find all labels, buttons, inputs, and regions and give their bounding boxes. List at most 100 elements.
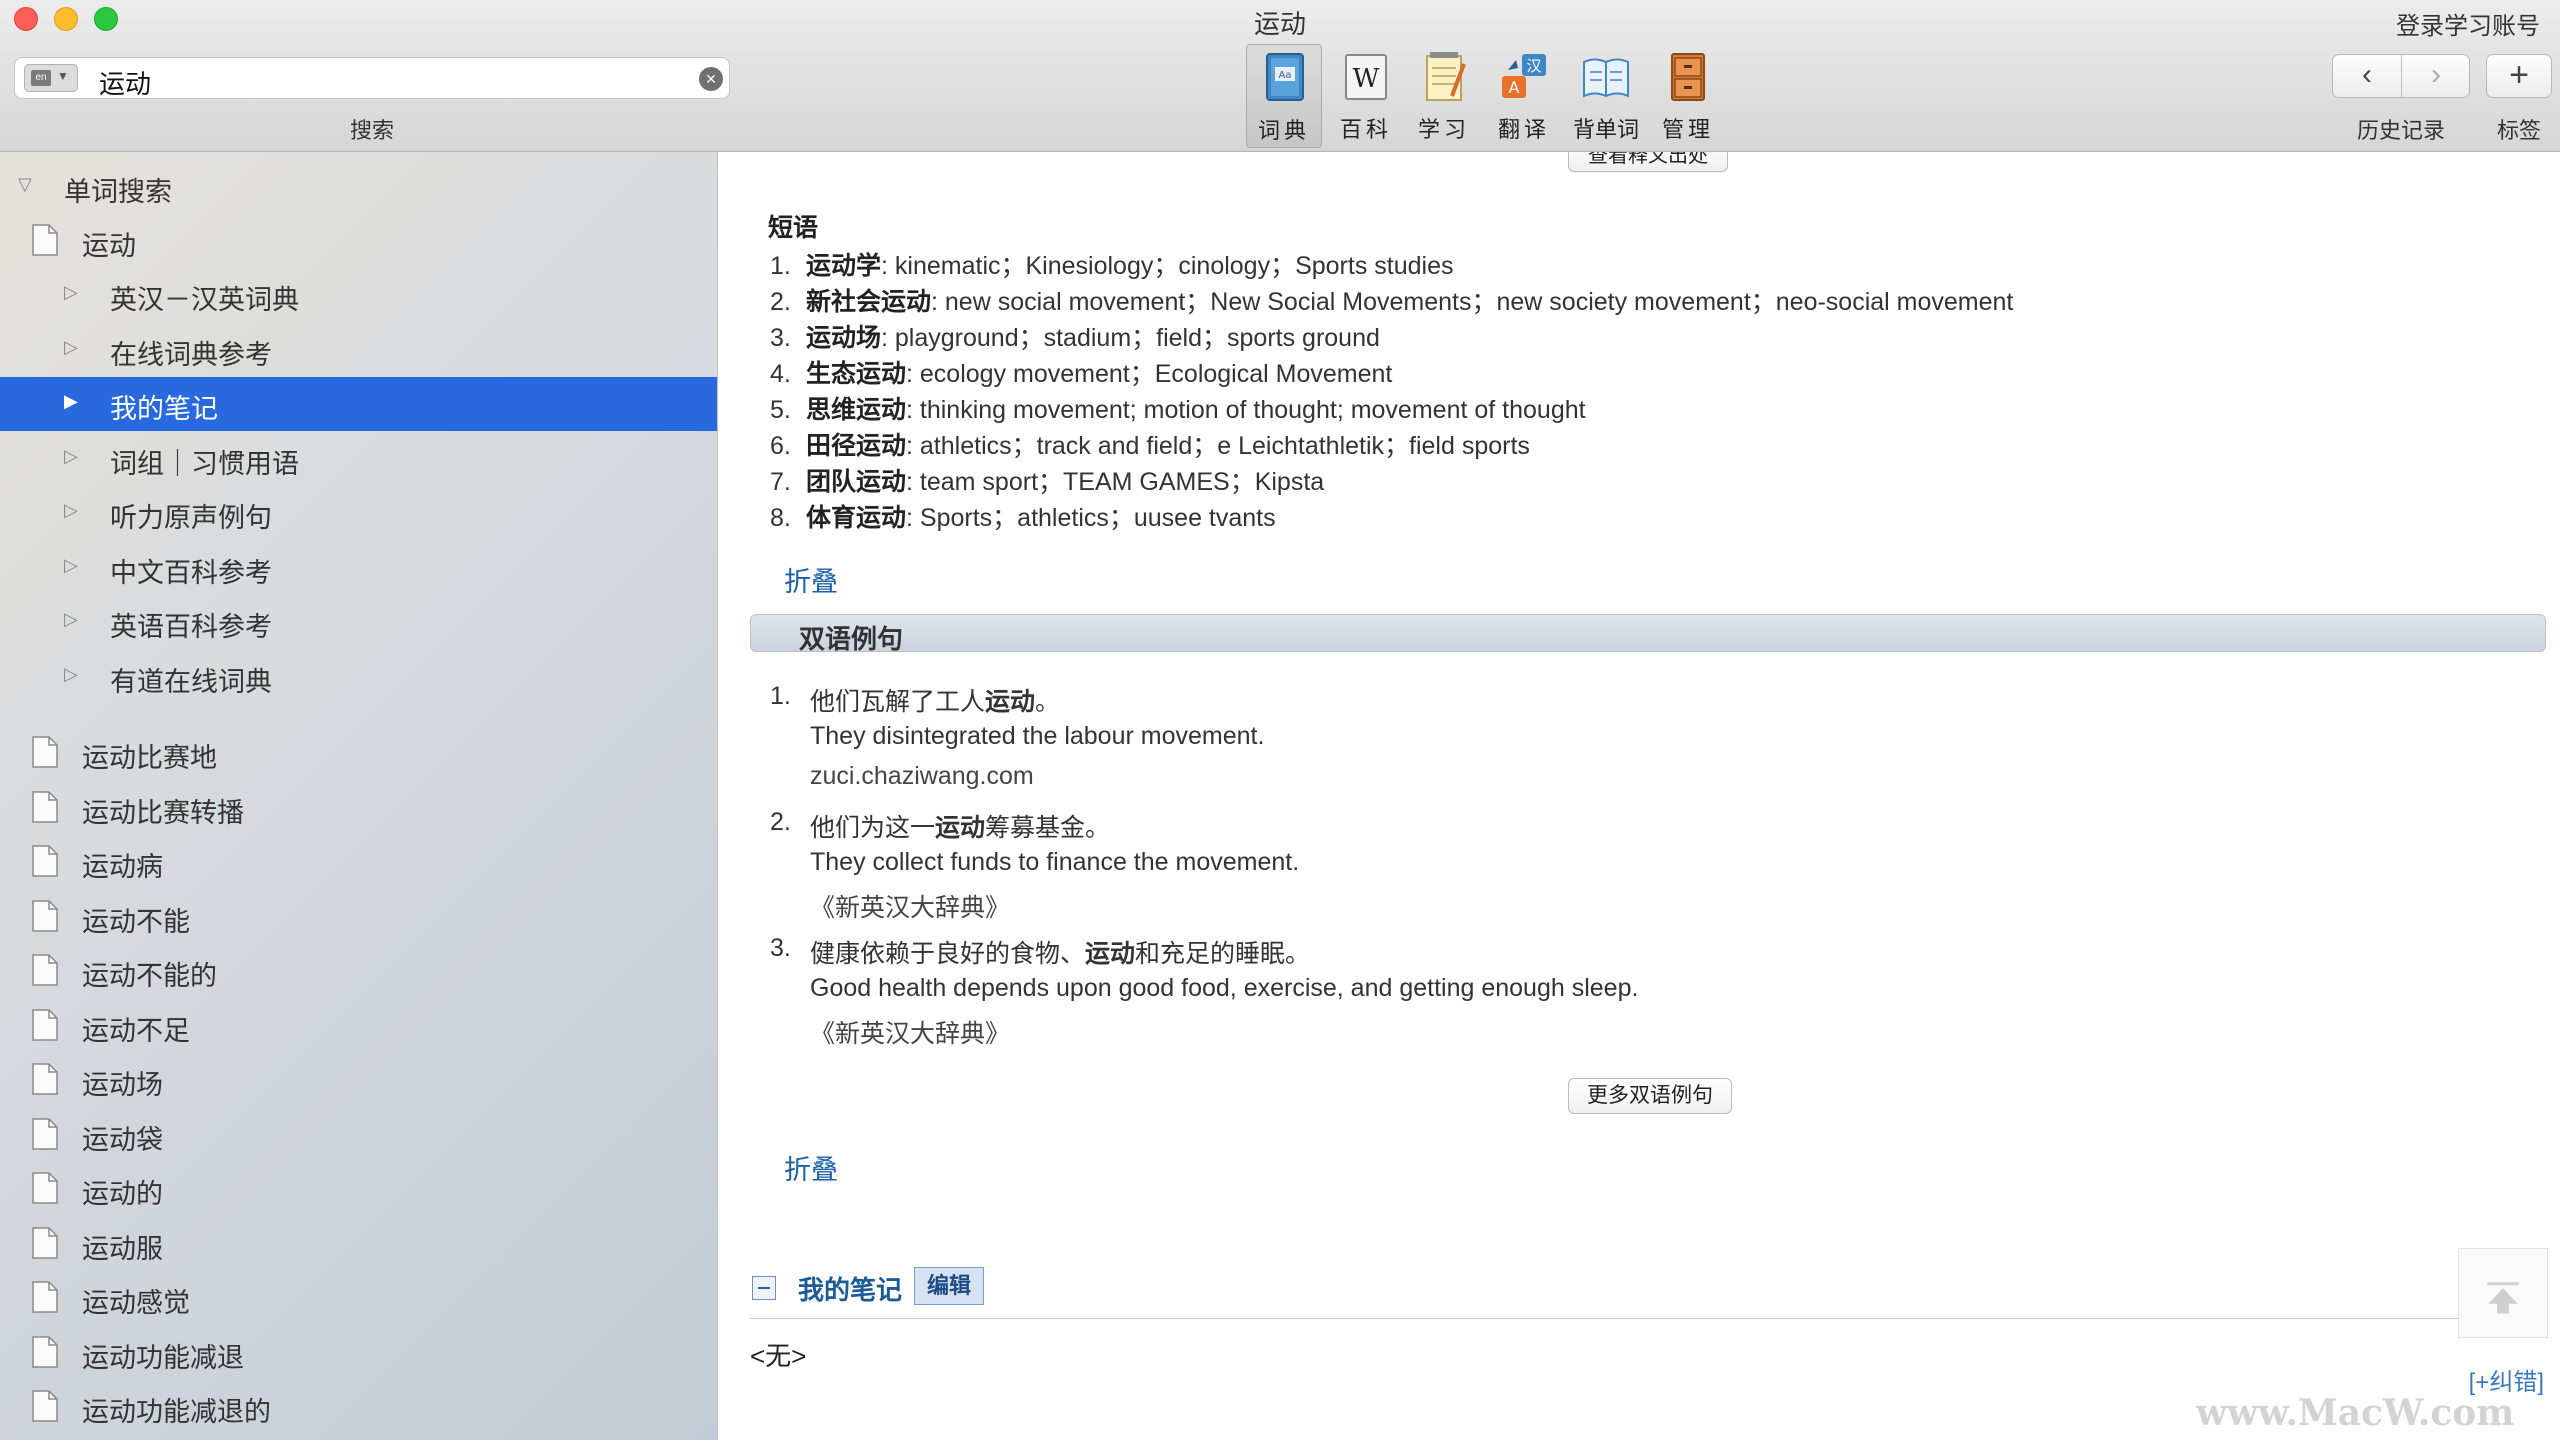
tool-manage[interactable]: 管理 bbox=[1650, 44, 1726, 148]
sidebar-word-item[interactable]: 运动不能的 bbox=[0, 944, 717, 998]
sidebar-word-item[interactable]: 运动服 bbox=[0, 1217, 717, 1271]
document-icon bbox=[32, 1008, 58, 1041]
phrase-definition: : playground；stadium；field；sports ground bbox=[881, 324, 1380, 352]
sidebar-section-label: 英汉－汉英词典 bbox=[110, 285, 299, 315]
phrase-number: 8. bbox=[770, 504, 791, 532]
sidebar-word-item[interactable]: 运动的 bbox=[0, 1162, 717, 1216]
sidebar-item-label: 运动 bbox=[82, 231, 136, 261]
fold-phrases-link[interactable]: 折叠 bbox=[784, 560, 838, 599]
svg-text:W: W bbox=[1353, 64, 1380, 94]
phrase-item: 7. 团队运动: team sport；TEAM GAMES；Kipsta bbox=[770, 462, 1324, 498]
sidebar-item-query[interactable]: 运动 bbox=[0, 214, 717, 268]
phrase-term[interactable]: 体育运动 bbox=[806, 504, 906, 532]
history-label: 历史记录 bbox=[2356, 118, 2445, 143]
sidebar-section-label: 听力原声例句 bbox=[110, 503, 272, 533]
search-field[interactable]: en ▼ 运动 × bbox=[14, 57, 730, 99]
more-examples-button[interactable]: 更多双语例句 bbox=[1568, 1078, 1732, 1114]
sidebar-section-item[interactable]: ▶ 我的笔记 bbox=[0, 377, 717, 431]
tool-translate[interactable]: 汉 A 翻译 bbox=[1486, 44, 1562, 148]
sidebar-word-item[interactable]: 运动场 bbox=[0, 1053, 717, 1107]
sidebar-word-item[interactable]: 运动不能 bbox=[0, 890, 717, 944]
sidebar-section-label: 在线词典参考 bbox=[110, 339, 272, 370]
sidebar-word-item[interactable]: 运动比赛转播 bbox=[0, 781, 717, 835]
phrase-item: 1. 运动学: kinematic；Kinesiology；cinology；Sp… bbox=[770, 246, 1454, 282]
tool-encyclopedia[interactable]: W 百科 bbox=[1328, 44, 1404, 148]
sidebar-word-item[interactable]: 运动比赛地 bbox=[0, 726, 717, 780]
sidebar-section-item[interactable]: ▷ 英语百科参考 bbox=[0, 595, 717, 649]
cabinet-icon bbox=[1671, 53, 1705, 101]
fold-examples-link[interactable]: 折叠 bbox=[784, 1148, 838, 1187]
sidebar-word-item[interactable]: 运动袋 bbox=[0, 1108, 717, 1162]
disclosure-triangle-icon[interactable]: ▷ bbox=[64, 337, 78, 358]
tool-label: 翻译 bbox=[1497, 117, 1550, 142]
phrase-item: 5. 思维运动: thinking movement; motion of tho… bbox=[770, 390, 1586, 426]
tool-label: 词典 bbox=[1257, 118, 1310, 143]
example-number: 1. bbox=[770, 682, 791, 710]
phrase-number: 3. bbox=[770, 324, 791, 352]
collapse-notes-icon[interactable] bbox=[752, 1276, 776, 1300]
sidebar-section-item[interactable]: ▷ 听力原声例句 bbox=[0, 486, 717, 540]
sidebar-word-item[interactable]: 运动过弱 bbox=[0, 1435, 717, 1440]
sidebar-section-item[interactable]: ▷ 有道在线词典 bbox=[0, 650, 717, 704]
sidebar-word-item[interactable]: 运动病 bbox=[0, 835, 717, 889]
bookmark-label: 标签 bbox=[2496, 118, 2541, 143]
back-button[interactable]: ‹ bbox=[2333, 55, 2402, 97]
tool-flashcards[interactable]: 背单词 bbox=[1568, 44, 1644, 148]
svg-text:A: A bbox=[1509, 78, 1520, 97]
svg-text:汉: 汉 bbox=[1526, 57, 1541, 75]
phrase-term[interactable]: 运动学 bbox=[806, 252, 881, 280]
example-number: 3. bbox=[770, 934, 791, 962]
phrases-heading: 短语 bbox=[768, 214, 819, 242]
example-zh-text: 他们瓦解了工人 bbox=[810, 688, 986, 716]
edit-notes-button[interactable]: 编辑 bbox=[914, 1267, 984, 1305]
clear-search-icon[interactable]: × bbox=[699, 67, 723, 91]
search-input[interactable]: 运动 bbox=[99, 64, 151, 101]
disclosure-triangle-icon[interactable]: ▷ bbox=[64, 609, 78, 630]
document-icon bbox=[32, 1335, 58, 1368]
phrase-term[interactable]: 运动场 bbox=[806, 324, 881, 352]
sidebar-word-item[interactable]: 运动功能减退的 bbox=[0, 1380, 717, 1434]
example-source: 《新英汉大辞典》 bbox=[810, 894, 1011, 922]
phrase-term[interactable]: 新社会运动 bbox=[806, 288, 931, 316]
disclosure-triangle-icon[interactable]: ▷ bbox=[64, 500, 78, 521]
window-toolbar: 运动 登录学习账号 en ▼ 运动 × 搜索 Aa 词典 W 百科 学习 汉 A… bbox=[0, 0, 2560, 152]
disclosure-triangle-icon[interactable]: ▷ bbox=[64, 555, 78, 576]
sidebar-section-item[interactable]: ▷ 在线词典参考 bbox=[0, 323, 717, 377]
forward-button[interactable]: › bbox=[2402, 55, 2470, 97]
sidebar-word-item[interactable]: 运动感觉 bbox=[0, 1271, 717, 1325]
example-number: 2. bbox=[770, 808, 791, 836]
sidebar-word-item[interactable]: 运动不足 bbox=[0, 999, 717, 1053]
sidebar-section-item[interactable]: ▷ 英汉－汉英词典 bbox=[0, 268, 717, 322]
example-zh-text: 。 bbox=[1035, 688, 1061, 716]
sidebar-word-item[interactable]: 运动功能减退 bbox=[0, 1326, 717, 1380]
phrase-term[interactable]: 团队运动 bbox=[806, 468, 906, 496]
sidebar-word-label: 运动感觉 bbox=[82, 1288, 190, 1318]
scroll-to-top-button[interactable] bbox=[2458, 1248, 2548, 1338]
flashcard-book-icon bbox=[1583, 58, 1629, 98]
sidebar-word-label: 运动不足 bbox=[82, 1015, 190, 1046]
phrase-term[interactable]: 思维运动 bbox=[806, 396, 906, 424]
phrase-term[interactable]: 生态运动 bbox=[806, 360, 906, 388]
phrase-term[interactable]: 田径运动 bbox=[806, 432, 906, 460]
examples-section-bar[interactable]: 双语例句 bbox=[750, 614, 2546, 654]
language-selector[interactable]: en ▼ bbox=[24, 64, 78, 92]
disclosure-triangle-icon[interactable]: ▷ bbox=[64, 664, 78, 685]
add-bookmark-button[interactable]: + bbox=[2486, 54, 2552, 98]
sidebar-group-word-search[interactable]: ▽ 单词搜索 bbox=[0, 160, 717, 214]
disclosure-triangle-icon[interactable]: ▷ bbox=[64, 282, 78, 303]
sidebar-section-item[interactable]: ▷ 中文百科参考 bbox=[0, 541, 717, 595]
tool-label: 背单词 bbox=[1572, 117, 1639, 142]
example-chinese-sentence: 他们瓦解了工人运动。 bbox=[810, 682, 1060, 718]
tool-study[interactable]: 学习 bbox=[1406, 44, 1482, 148]
disclosure-open-icon[interactable]: ▽ bbox=[18, 174, 32, 195]
disclosure-triangle-icon[interactable]: ▷ bbox=[64, 446, 78, 467]
disclosure-triangle-icon[interactable]: ▶ bbox=[64, 391, 78, 412]
phrase-definition: : kinematic；Kinesiology；cinology；Sports … bbox=[881, 252, 1454, 280]
sidebar-word-label: 运动的 bbox=[82, 1179, 163, 1209]
tool-dictionary[interactable]: Aa 词典 bbox=[1246, 44, 1322, 148]
example-english-sentence: They collect funds to finance the moveme… bbox=[810, 848, 1300, 876]
sidebar-section-item[interactable]: ▷ 词组｜习惯用语 bbox=[0, 432, 717, 486]
sidebar-word-label: 运动服 bbox=[82, 1233, 163, 1264]
view-source-button[interactable]: 查看释义出处 bbox=[1568, 152, 1728, 172]
login-link[interactable]: 登录学习账号 bbox=[2396, 6, 2540, 41]
